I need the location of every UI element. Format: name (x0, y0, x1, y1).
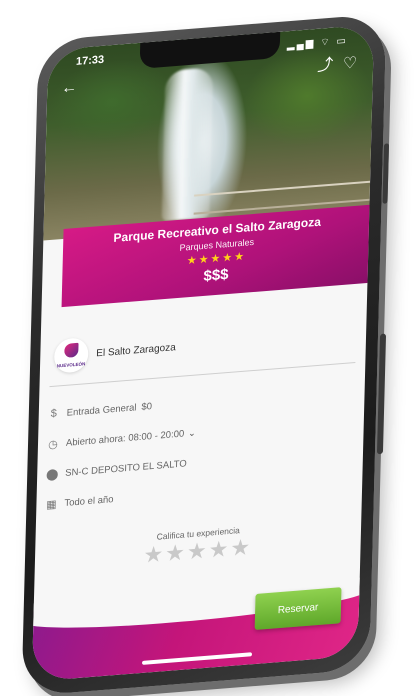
season-row: ▦ Todo el año (44, 493, 114, 512)
app-screen: 17:33 ▂▄▆ ⌔ ▭ ← ⤴ ♡ Parque Recreativo el… (31, 24, 375, 682)
favorite-heart-icon[interactable]: ♡ (343, 55, 358, 73)
dollar-icon: $ (50, 407, 57, 421)
phone-volume-button (376, 333, 387, 455)
logo-mark-icon (64, 342, 79, 358)
entrance-row: $ Entrada General $0 (47, 400, 153, 421)
address-row[interactable]: ⬤ SN-C DEPOSITO EL SALTO (45, 457, 187, 481)
entrance-price: $0 (141, 400, 153, 413)
organization-logo: NUEVOLEÓN (53, 337, 89, 374)
share-icon[interactable]: ⤴ (317, 57, 333, 75)
hours-row[interactable]: ◷ Abierto ahora: 08:00 - 20:00 ⌄ (46, 427, 196, 452)
location-pin-icon: ⬤ (45, 468, 59, 482)
logo-text: NUEVOLEÓN (56, 361, 86, 369)
address-text: SN-C DEPOSITO EL SALTO (65, 458, 187, 479)
organization-row[interactable]: NUEVOLEÓN El Salto Zaragoza (53, 330, 176, 374)
hours-text: Abierto ahora: 08:00 - 20:00 (65, 428, 185, 449)
chevron-down-icon[interactable]: ⌄ (188, 428, 196, 440)
back-arrow-icon[interactable]: ← (61, 79, 77, 97)
phone-mockup: 17:33 ▂▄▆ ⌔ ▭ ← ⤴ ♡ Parque Recreativo el… (21, 13, 390, 696)
calendar-icon: ▦ (46, 498, 57, 512)
entrance-label: Entrada General (66, 401, 137, 419)
phone-side-button (382, 143, 390, 204)
status-time: 17:33 (75, 53, 105, 68)
clock-icon: ◷ (47, 438, 58, 452)
reserve-button[interactable]: Reservar (254, 587, 342, 631)
season-text: Todo el año (64, 494, 114, 509)
organization-name: El Salto Zaragoza (96, 341, 176, 359)
